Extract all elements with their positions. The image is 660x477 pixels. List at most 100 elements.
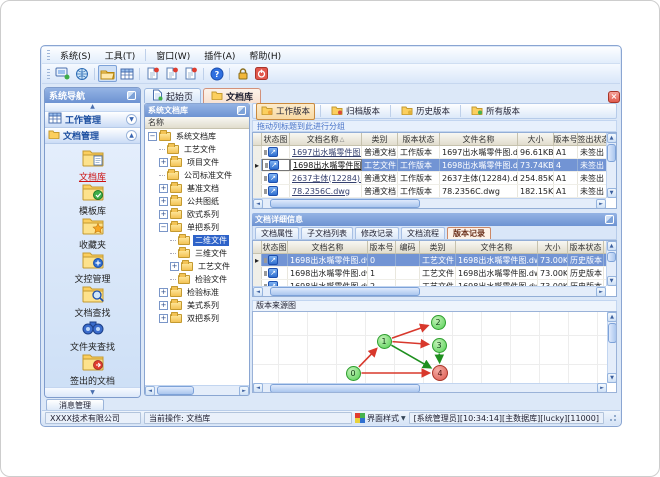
table-row[interactable]: ↗ 78.2356C.dwg 普通文档 工作版本 78.2356C.dwg 182.15K…	[253, 185, 616, 198]
column-header-4[interactable]: 类别	[420, 241, 456, 253]
sidebar-item-5[interactable]: 文档查找	[45, 284, 140, 319]
close-icon[interactable]: ×	[608, 91, 620, 103]
tree-node-11[interactable]: + 工艺文件	[145, 260, 249, 273]
version-button-1[interactable]: 工作版本	[256, 102, 316, 120]
expand-icon[interactable]: +	[159, 288, 168, 297]
tab-2[interactable]: 文档库	[203, 88, 262, 103]
column-header-1[interactable]: 文档名称 △	[290, 133, 362, 145]
lock-icon[interactable]	[233, 65, 252, 82]
expand-icon[interactable]: +	[159, 184, 168, 193]
style-selector[interactable]: 界面样式 ▼	[355, 413, 406, 424]
table-row[interactable]: ↗2637主体(12284).dwg普通文档工作版本2637主体(12284).…	[253, 172, 616, 185]
column-header-5[interactable]: 大小	[518, 133, 554, 145]
resize-grip[interactable]	[609, 414, 617, 422]
menu-item-3[interactable]: 窗口(W)	[149, 47, 197, 64]
tree-node-8[interactable]: − 单把系列	[145, 221, 249, 234]
tree-node-4[interactable]: 公司标准文件	[145, 169, 249, 182]
detail-tab-2[interactable]: 子文档列表	[301, 227, 353, 239]
version-node-0[interactable]: 0	[345, 365, 361, 381]
collapse-icon[interactable]: −	[148, 132, 157, 141]
sidebar-item-7[interactable]: 签出的文档	[45, 352, 140, 387]
expand-icon[interactable]: +	[159, 314, 168, 323]
tree-node-10[interactable]: 三维文件	[145, 247, 249, 260]
vertical-scrollbar[interactable]: ▲ ▼	[607, 312, 616, 383]
sidebar-item-4[interactable]: 文控管理	[45, 250, 140, 285]
menu-item-1[interactable]: 系统(S)	[53, 47, 98, 64]
menu-item-4[interactable]: 插件(A)	[197, 47, 242, 64]
expand-icon[interactable]: +	[170, 262, 179, 271]
checkout-document-icon[interactable]	[162, 65, 181, 82]
tree-node-13[interactable]: + 检验标准	[145, 286, 249, 299]
pin-icon[interactable]	[237, 106, 246, 115]
column-header-3[interactable]: 编码	[396, 241, 420, 253]
horizontal-scrollbar[interactable]: ◄ ►	[253, 198, 606, 208]
column-header-3[interactable]: 版本状态	[398, 133, 440, 145]
tree-node-9[interactable]: 二维文件	[145, 234, 249, 247]
tree-node-3[interactable]: + 项目文件	[145, 156, 249, 169]
tree-node-5[interactable]: + 基准文档	[145, 182, 249, 195]
chevron-down-icon[interactable]: ▼	[126, 114, 137, 125]
chevron-up-icon[interactable]: ▲	[126, 130, 137, 141]
interface-icon[interactable]	[53, 65, 72, 82]
tree-horizontal-scrollbar[interactable]: ◄ ►	[145, 385, 249, 395]
horizontal-scrollbar[interactable]: ◄ ►	[253, 383, 607, 392]
menu-item-5[interactable]: 帮助(H)	[242, 47, 288, 64]
detail-tab-5[interactable]: 版本记录	[447, 227, 491, 239]
expand-icon[interactable]: +	[159, 158, 168, 167]
toolbar-drag-grip[interactable]	[47, 68, 50, 79]
tree-node-15[interactable]: + 双把系列	[145, 312, 249, 325]
version-node-2[interactable]: 2	[430, 314, 446, 330]
tab-1[interactable]: 起始页	[144, 88, 202, 103]
menu-drag-grip[interactable]	[47, 50, 50, 60]
table-row[interactable]: ▸↗1698出水嘴零件图.dwg0工艺文件1698出水嘴零件图.dwg73.00…	[253, 254, 616, 267]
cancel-checkout-icon[interactable]	[181, 65, 200, 82]
help-icon[interactable]: ?	[207, 65, 226, 82]
document-library-icon[interactable]	[98, 65, 117, 82]
column-header-6[interactable]: 大小	[538, 241, 568, 253]
tree-node-12[interactable]: 检验文件	[145, 273, 249, 286]
pin-icon[interactable]	[127, 91, 136, 100]
expand-icon[interactable]: +	[159, 210, 168, 219]
column-header-5[interactable]: 文件名称	[456, 241, 538, 253]
version-graph[interactable]: 0 1 2 3 4 ▲ ▼ ◄ ►	[252, 311, 617, 393]
template-grid-icon[interactable]	[117, 65, 136, 82]
collapse-icon[interactable]: −	[159, 223, 168, 232]
tree-node-7[interactable]: + 欧式系列	[145, 208, 249, 221]
column-header-2[interactable]: 版本号	[368, 241, 396, 253]
sidebar-item-2[interactable]: 模板库	[45, 182, 140, 217]
sidebar-scroll-down[interactable]: ▼	[45, 387, 140, 397]
table-row[interactable]: ▸↗1698出水嘴零件图.dwg工艺文件工作版本1698出水嘴零件图.dwg73…	[253, 159, 616, 172]
sidebar-group-2[interactable]: 文档管理 ▲	[45, 128, 140, 144]
table-row[interactable]: ↗1697出水嘴零件图.dwg普通文档工作版本1697出水嘴零件图.dwg96.…	[253, 146, 616, 159]
version-button-3[interactable]: 历史版本	[396, 103, 455, 120]
column-header-4[interactable]: 文件名称	[440, 133, 518, 145]
version-node-4[interactable]: 4	[432, 365, 448, 381]
vertical-scrollbar[interactable]: ▲ ▼	[606, 133, 616, 198]
detail-tab-3[interactable]: 修改记录	[355, 227, 399, 239]
version-node-3[interactable]: 3	[431, 337, 447, 353]
detail-tab-1[interactable]: 文档属性	[255, 227, 299, 239]
tree-node-14[interactable]: + 美式系列	[145, 299, 249, 312]
globe-icon[interactable]	[72, 65, 91, 82]
column-header-0[interactable]: 状态图	[262, 241, 288, 253]
column-header-2[interactable]: 类别	[362, 133, 398, 145]
tree-node-6[interactable]: + 公共图纸	[145, 195, 249, 208]
column-header-0[interactable]: 状态图	[262, 133, 290, 145]
table-row[interactable]: ↗1698出水嘴零件图.dwg1工艺文件1698出水嘴零件图.dwg73.00K…	[253, 267, 616, 280]
sidebar-item-1[interactable]: 文档库	[45, 148, 140, 183]
vertical-scrollbar[interactable]: ▲ ▼	[606, 241, 616, 286]
tree-column-header[interactable]: 名称	[145, 117, 249, 129]
exit-icon[interactable]	[252, 65, 271, 82]
version-button-2[interactable]: 归档版本	[326, 103, 385, 120]
sidebar-item-3[interactable]: 收藏夹	[45, 216, 140, 251]
pin-icon[interactable]	[605, 215, 614, 224]
column-header-6[interactable]: 版本号	[554, 133, 578, 145]
tree-node-1[interactable]: − 系统文档库	[145, 130, 249, 143]
version-button-4[interactable]: 所有版本	[466, 103, 525, 120]
sidebar-group-1[interactable]: 工作管理 ▼	[45, 112, 140, 128]
version-node-1[interactable]: 1	[376, 333, 392, 349]
sidebar-item-6[interactable]: 文件夹查找	[45, 318, 140, 353]
expand-icon[interactable]: +	[159, 301, 168, 310]
tree-node-2[interactable]: 工艺文件	[145, 143, 249, 156]
sidebar-collapse-strip[interactable]: ▲	[45, 103, 140, 112]
